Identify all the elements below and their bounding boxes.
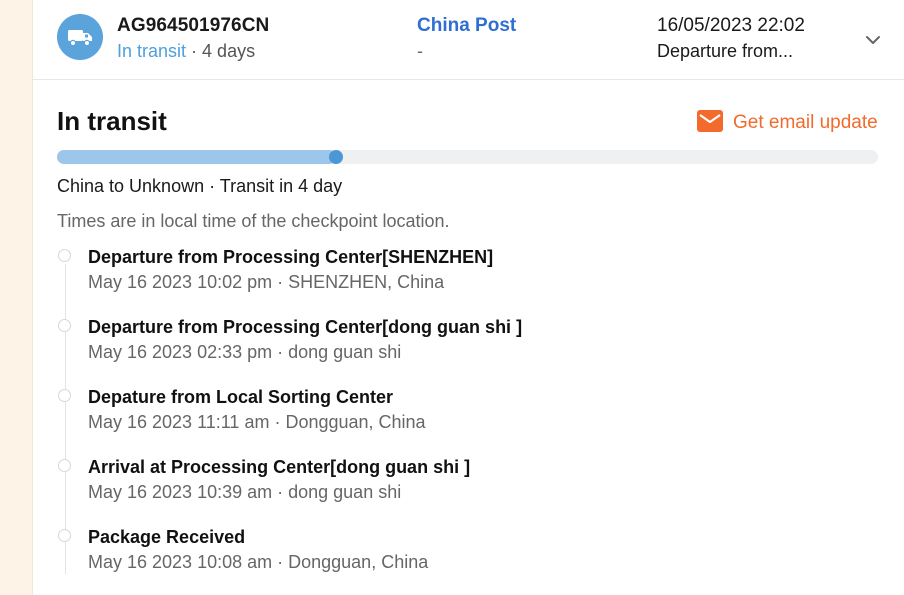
event-title: Departure from Processing Center[dong gu… (88, 317, 523, 337)
timeline-dot-icon (58, 459, 71, 472)
progress-marker (329, 150, 344, 164)
latest-event-time: 16/05/2023 22:02 (657, 15, 805, 36)
route-summary: China to Unknown · Transit in 4 day (57, 176, 343, 196)
shipment-summary-row[interactable]: AG964501976CN In transit · 4 days China … (33, 0, 904, 80)
status-heading: In transit (57, 106, 167, 136)
timeline-dot-icon (58, 249, 71, 262)
carrier-name[interactable]: China Post (417, 15, 516, 37)
event-title: Depature from Local Sorting Center (88, 387, 394, 407)
timeline-event: Departure from Processing Center[dong gu… (33, 314, 904, 384)
timeline-dot-icon (58, 319, 71, 332)
tracking-card: AG964501976CN In transit · 4 days China … (32, 0, 904, 595)
timeline-event: Package Received May 16 2023 10:08 am · … (33, 524, 904, 594)
transit-progress-bar (57, 150, 878, 164)
event-meta: May 16 2023 11:11 am · Dongguan, China (88, 412, 426, 432)
event-title: Package Received (88, 527, 246, 547)
timeline-dot-icon (58, 529, 71, 542)
tracking-number[interactable]: AG964501976CN (117, 15, 269, 37)
carrier-subtext: - (417, 41, 423, 61)
shipment-status: In transit · 4 days (117, 41, 255, 62)
chevron-down-icon[interactable] (861, 28, 885, 52)
event-title: Departure from Processing Center[SHENZHE… (88, 247, 494, 267)
event-meta: May 16 2023 10:02 pm · SHENZHEN, China (88, 272, 445, 292)
progress-fill (57, 150, 337, 164)
get-email-update-button[interactable]: Get email update (697, 109, 878, 137)
status-label: In transit (117, 41, 187, 61)
timezone-note: Times are in local time of the checkpoin… (57, 211, 450, 231)
event-meta: May 16 2023 02:33 pm · dong guan shi (88, 342, 402, 362)
latest-event-text: Departure from... (657, 41, 794, 61)
timeline-event: Arrival at Processing Center[dong guan s… (33, 454, 904, 524)
timeline-dot-icon (58, 389, 71, 402)
truck-icon (57, 14, 103, 60)
timeline-event: Departure from Processing Center[SHENZHE… (33, 244, 904, 314)
event-title: Arrival at Processing Center[dong guan s… (88, 457, 471, 477)
event-meta: May 16 2023 10:39 am · dong guan shi (88, 482, 402, 502)
timeline-event: Depature from Local Sorting Center May 1… (33, 384, 904, 454)
get-email-update-label: Get email update (733, 112, 878, 133)
envelope-icon (697, 109, 723, 137)
event-meta: May 16 2023 10:08 am · Dongguan, China (88, 552, 429, 572)
status-duration: · 4 days (191, 41, 256, 61)
